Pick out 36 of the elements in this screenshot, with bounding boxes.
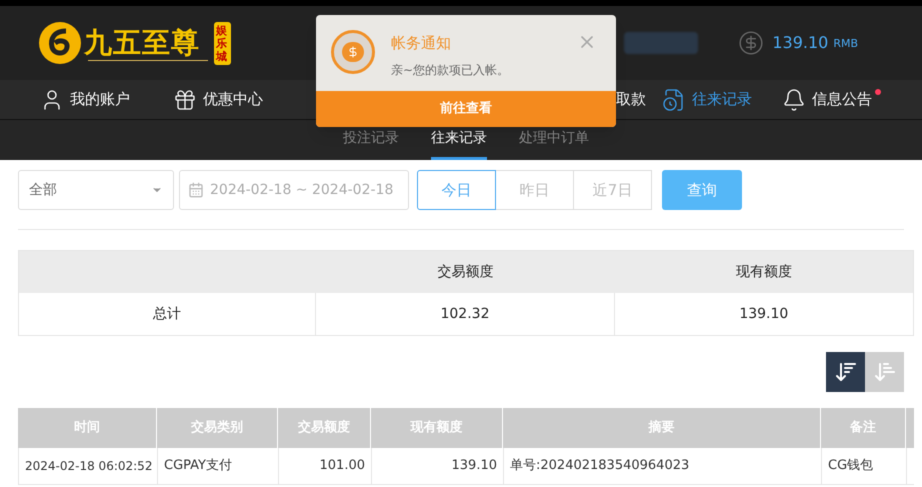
brand-name: 九五至尊 (84, 26, 201, 60)
nav-item[interactable]: 我的账户 (40, 88, 139, 112)
table-cell: 102.32 (316, 293, 615, 335)
sort-button[interactable] (826, 352, 865, 392)
gift-icon (173, 88, 197, 112)
logo-icon (38, 21, 82, 65)
nav-item[interactable]: 取款 (616, 88, 655, 111)
table-cell: 总计 (19, 293, 316, 335)
column-header: 交易额度 (436, 262, 494, 282)
sort-icon (872, 360, 896, 384)
query-button[interactable]: 查询 (662, 170, 742, 210)
dollar-icon (738, 30, 764, 56)
table-cell: CG钱包 (822, 448, 907, 484)
table-cell: CGPAY支付 (158, 448, 279, 484)
nav-item[interactable]: 往来记录 (662, 88, 761, 112)
table-cell: 2024-02-18 06:02:52 (19, 448, 158, 484)
date-range-tab[interactable]: 今日 (417, 170, 496, 210)
view-button[interactable]: 前往查看 (316, 91, 616, 127)
nav-item[interactable]: 优惠中心 (173, 88, 272, 112)
nav-item[interactable]: 信息公告 (782, 88, 881, 112)
brand-badge: 娱乐城 (214, 22, 231, 64)
calendar-icon (188, 182, 204, 198)
column-header: 现有额度 (734, 262, 793, 282)
dollar-chat-icon (331, 30, 375, 74)
date-range-field[interactable]: 2024-02-18 ~ 2024-02-18 (179, 170, 409, 210)
notification-message: 亲~您的款项已入帐。 (391, 62, 510, 78)
bell-icon (782, 88, 806, 112)
notification-title: 帐务通知 (391, 33, 452, 54)
table-cell: 单号:202402183540964023 (504, 448, 822, 484)
table-cell: 101.00 (279, 448, 372, 484)
currency-label: RMB (833, 36, 858, 52)
balance-amount: 139.10 (772, 32, 828, 54)
table-cell: 139.10 (372, 448, 504, 484)
type-select[interactable]: 全部 (18, 170, 174, 210)
sort-icon (834, 360, 858, 384)
table-cell-text: 139.10 (738, 304, 790, 324)
